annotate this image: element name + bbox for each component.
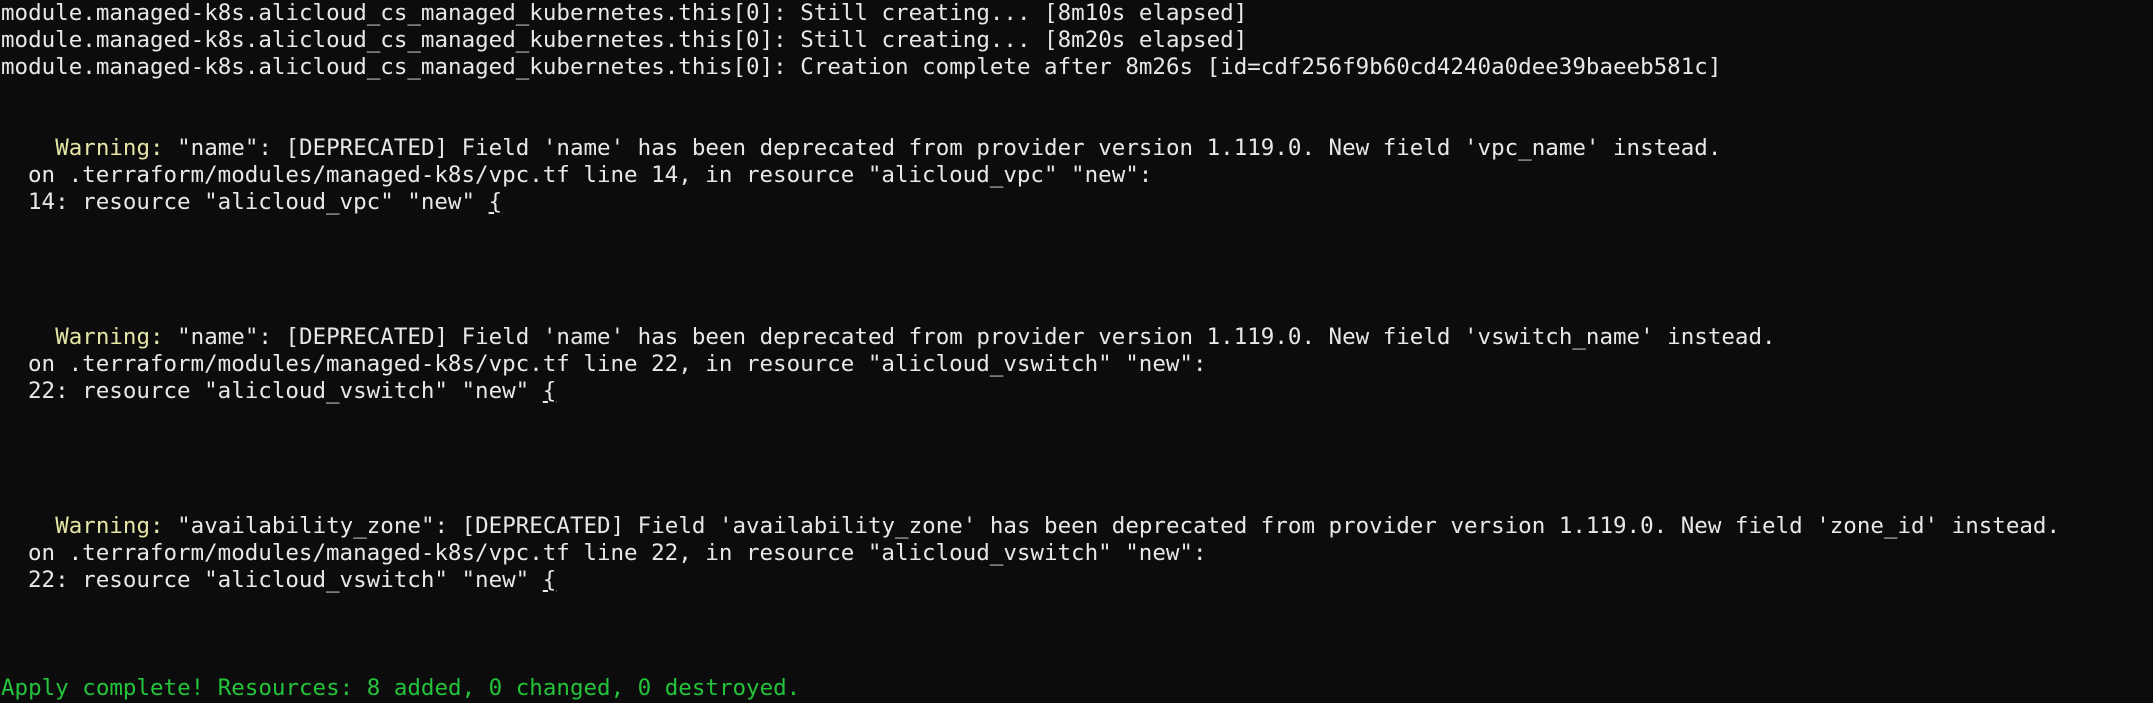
code-brace: { (488, 189, 503, 215)
warning-1: Warning: "name": [DEPRECATED] Field 'nam… (1, 108, 1721, 161)
code-brace: { (542, 378, 557, 404)
warning-3-location: on .terraform/modules/managed-k8s/vpc.tf… (28, 540, 1207, 566)
warning-message: "name": [DEPRECATED] Field 'name' has be… (163, 135, 1722, 161)
progress-line-2: module.managed-k8s.alicloud_cs_managed_k… (1, 27, 1248, 53)
warning-label: Warning: (55, 513, 164, 539)
warning-1-location: on .terraform/modules/managed-k8s/vpc.tf… (28, 162, 1153, 188)
progress-line-3: module.managed-k8s.alicloud_cs_managed_k… (1, 54, 1722, 80)
warning-label: Warning: (55, 324, 164, 350)
warning-3-code: 22: resource "alicloud_vswitch" "new" { (1, 567, 556, 594)
warning-2-code: 22: resource "alicloud_vswitch" "new" { (1, 378, 556, 405)
warning-2: Warning: "name": [DEPRECATED] Field 'nam… (1, 297, 1775, 350)
terminal-window[interactable]: module.managed-k8s.alicloud_cs_managed_k… (0, 0, 2153, 703)
warning-2-location: on .terraform/modules/managed-k8s/vpc.tf… (28, 351, 1207, 377)
warning-message: "availability_zone": [DEPRECATED] Field … (163, 513, 2061, 539)
warning-label: Warning: (55, 135, 164, 161)
warning-3: Warning: "availability_zone": [DEPRECATE… (1, 486, 2060, 539)
code-text: 14: resource "alicloud_vpc" "new" (28, 189, 489, 215)
code-brace: { (542, 567, 557, 593)
code-text: 22: resource "alicloud_vswitch" "new" (28, 378, 543, 404)
warning-1-code: 14: resource "alicloud_vpc" "new" { (1, 189, 502, 216)
progress-line-1: module.managed-k8s.alicloud_cs_managed_k… (1, 0, 1248, 26)
warning-message: "name": [DEPRECATED] Field 'name' has be… (163, 324, 1776, 350)
code-text: 22: resource "alicloud_vswitch" "new" (28, 567, 543, 593)
apply-summary: Apply complete! Resources: 8 added, 0 ch… (1, 675, 801, 701)
